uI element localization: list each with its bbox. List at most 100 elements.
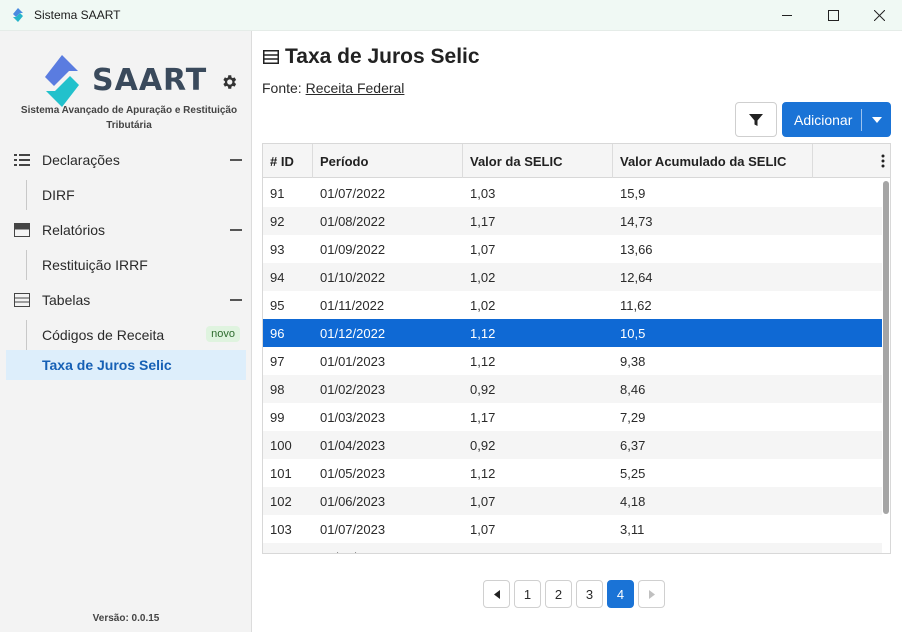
- cell-valor-acumulado: 10,5: [620, 325, 646, 341]
- tree-line: [26, 320, 27, 350]
- filter-button[interactable]: [735, 102, 777, 137]
- collapse-icon[interactable]: [230, 159, 242, 161]
- chevron-right-icon: [648, 589, 655, 599]
- cell-periodo: 01/04/2023: [320, 437, 386, 453]
- source-link[interactable]: Receita Federal: [306, 80, 405, 96]
- sidebar-group-tabelas[interactable]: Tabelas: [0, 287, 252, 313]
- column-menu-button[interactable]: [876, 144, 890, 178]
- sidebar-nav: Declarações DIRF Relatórios Restituição …: [0, 147, 252, 380]
- column-header-periodo[interactable]: Período: [313, 144, 463, 178]
- sidebar-item-codigos-de-receita[interactable]: Códigos de Receita novo: [0, 320, 252, 350]
- table-row[interactable]: 10401/08/20231,141,97: [263, 543, 882, 554]
- sidebar-group-declaracoes[interactable]: Declarações: [0, 147, 252, 173]
- cell-valor-selic: 1,14: [463, 543, 613, 554]
- cell-valor-selic: 1,07: [470, 241, 496, 257]
- cell-valor-selic: 1,02: [470, 297, 496, 313]
- table-row[interactable]: 92 01/08/2022 1,17 14,73: [263, 207, 882, 235]
- cell-valor-selic: 1,07: [470, 521, 496, 537]
- add-dropdown-toggle[interactable]: [862, 116, 891, 123]
- page-button-1[interactable]: 1: [514, 580, 541, 608]
- table-row[interactable]: 98 01/02/2023 0,92 8,46: [263, 375, 882, 403]
- cell-valor-acumulado: 15,9: [620, 185, 646, 201]
- list-icon: [14, 154, 30, 166]
- column-header-id[interactable]: # ID: [263, 144, 313, 178]
- add-button[interactable]: Adicionar: [782, 102, 891, 137]
- column-header-valor-selic[interactable]: Valor da SELIC: [463, 144, 613, 178]
- close-button[interactable]: [856, 0, 902, 31]
- cell-periodo: 01/09/2022: [320, 241, 386, 257]
- cell-valor-acumulado: 11,62: [620, 297, 652, 313]
- cell-valor-selic: 1,12: [470, 465, 496, 481]
- table-row[interactable]: 99 01/03/2023 1,17 7,29: [263, 403, 882, 431]
- prev-page-button[interactable]: [483, 580, 510, 608]
- maximize-button[interactable]: [810, 0, 856, 31]
- cell-id: 100: [270, 437, 292, 453]
- cell-valor-acumulado: 6,37: [620, 437, 646, 453]
- sidebar-item-taxa-de-juros-selic[interactable]: Taxa de Juros Selic: [6, 350, 246, 380]
- cell-valor-acumulado: 12,64: [620, 269, 653, 285]
- pagination: 1 2 3 4: [483, 580, 665, 608]
- column-header-valor-acumulado[interactable]: Valor Acumulado da SELIC: [613, 144, 813, 178]
- logo-text: SAART: [92, 63, 208, 98]
- sidebar-item-restituicao-irrf[interactable]: Restituição IRRF: [0, 250, 252, 280]
- table-row[interactable]: 97 01/01/2023 1,12 9,38: [263, 347, 882, 375]
- table-row[interactable]: 102 01/06/2023 1,07 4,18: [263, 487, 882, 515]
- table-row[interactable]: 91 01/07/2022 1,03 15,9: [263, 179, 882, 207]
- cell-periodo: 01/07/2022: [320, 185, 386, 201]
- table-row[interactable]: 101 01/05/2023 1,12 5,25: [263, 459, 882, 487]
- cell-valor-acumulado: 5,25: [620, 465, 646, 481]
- cell-periodo: 01/03/2023: [320, 409, 386, 425]
- table-row[interactable]: 100 01/04/2023 0,92 6,37: [263, 431, 882, 459]
- vertical-scrollbar[interactable]: [883, 181, 889, 514]
- gear-icon[interactable]: [220, 73, 238, 91]
- cell-periodo: 01/11/2022: [320, 297, 385, 313]
- cell-id: 103: [270, 521, 292, 537]
- collapse-icon[interactable]: [230, 299, 242, 301]
- saart-logo-icon: [45, 55, 79, 107]
- minimize-button[interactable]: [764, 0, 810, 31]
- app-subtitle: Sistema Avançado de Apuração e Restituiç…: [20, 105, 238, 131]
- cell-valor-acumulado: 1,97: [613, 543, 813, 554]
- chevron-down-icon: [871, 116, 882, 123]
- cell-periodo: 01/05/2023: [320, 465, 386, 481]
- table-row[interactable]: 93 01/09/2022 1,07 13,66: [263, 235, 882, 263]
- table-row[interactable]: 95 01/11/2022 1,02 11,62: [263, 291, 882, 319]
- cell-valor-selic: 1,07: [470, 493, 496, 509]
- cell-id: 97: [270, 353, 285, 369]
- table-row[interactable]: 96 01/12/2022 1,12 10,5: [263, 319, 882, 347]
- cell-valor-selic: 1,17: [470, 409, 496, 425]
- cell-id: 96: [270, 325, 285, 341]
- sidebar-group-label: Declarações: [42, 152, 120, 168]
- minimize-icon: [781, 15, 792, 16]
- filter-icon: [749, 113, 763, 126]
- table-icon: [263, 50, 279, 64]
- page-button-2[interactable]: 2: [545, 580, 572, 608]
- page-button-3[interactable]: 3: [576, 580, 603, 608]
- sidebar-group-relatorios[interactable]: Relatórios: [0, 217, 252, 243]
- table-row[interactable]: 94 01/10/2022 1,02 12,64: [263, 263, 882, 291]
- app-version: Versão: 0.0.15: [92, 613, 160, 624]
- cell-valor-acumulado: 8,46: [620, 381, 646, 397]
- chevron-left-icon: [493, 589, 500, 599]
- page-button-4[interactable]: 4: [607, 580, 634, 608]
- source-line: Fonte: Receita Federal: [262, 80, 404, 96]
- table-row[interactable]: 103 01/07/2023 1,07 3,11: [263, 515, 882, 543]
- cell-valor-selic: 1,12: [470, 353, 496, 369]
- page-title: Taxa de Juros Selic: [263, 45, 480, 69]
- cell-valor-acumulado: 7,29: [620, 409, 646, 425]
- source-label: Fonte:: [262, 80, 302, 96]
- collapse-icon[interactable]: [230, 229, 242, 231]
- sidebar-item-dirf[interactable]: DIRF: [0, 180, 252, 210]
- new-badge: novo: [206, 326, 240, 342]
- sidebar: SAART Sistema Avançado de Apuração e Res…: [0, 31, 252, 632]
- next-page-button[interactable]: [638, 580, 665, 608]
- cell-id: 104: [263, 543, 313, 554]
- cell-id: 101: [270, 465, 292, 481]
- cell-periodo: 01/06/2023: [320, 493, 386, 509]
- cell-valor-acumulado: 4,18: [620, 493, 646, 509]
- cell-id: 92: [270, 213, 285, 229]
- add-button-label: Adicionar: [794, 111, 853, 128]
- cell-valor-selic: 1,12: [470, 325, 496, 341]
- cell-periodo: 01/08/2022: [320, 213, 386, 229]
- table-icon: [14, 293, 30, 307]
